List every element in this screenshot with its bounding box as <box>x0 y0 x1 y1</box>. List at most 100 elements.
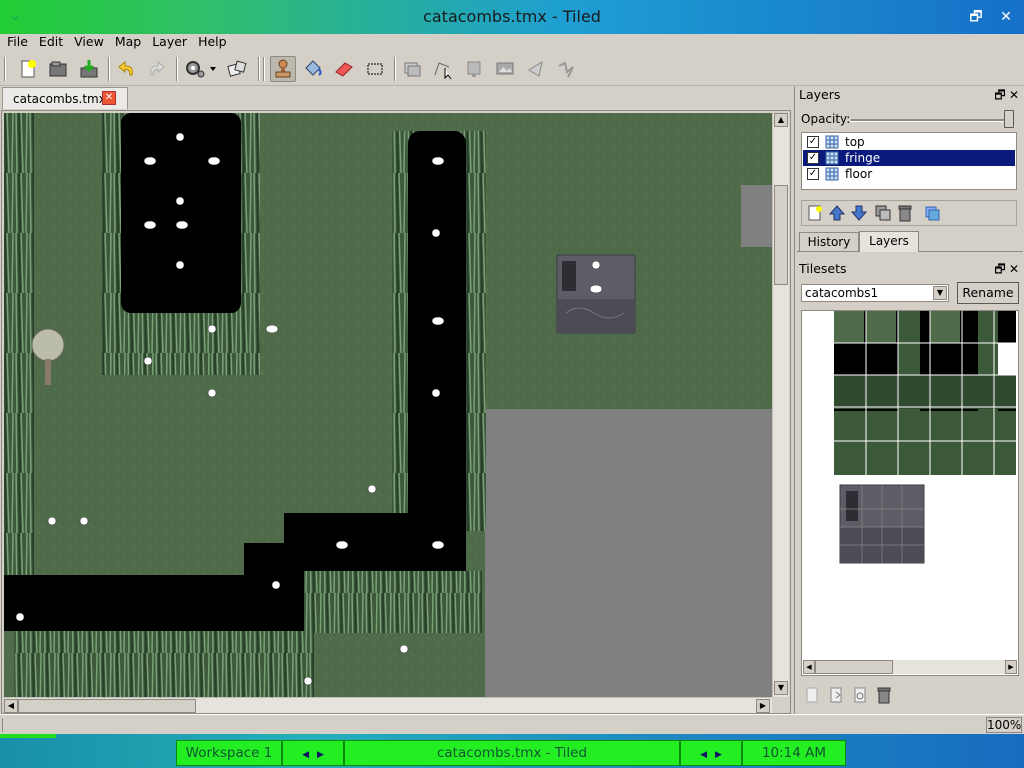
separator <box>394 57 396 81</box>
chevron-down-icon[interactable]: ▼ <box>933 286 947 300</box>
opacity-label: Opacity: <box>801 112 851 126</box>
close-icon[interactable]: ✕ <box>1007 260 1021 278</box>
float-icon[interactable]: 🗗 <box>993 86 1007 104</box>
bucket-fill-icon[interactable] <box>300 56 326 82</box>
separator <box>258 57 260 81</box>
tilesets-title-label: Tilesets <box>799 261 847 276</box>
scroll-left-icon[interactable]: ◀ <box>4 699 18 713</box>
layer-row-top[interactable]: ✓ top <box>803 134 1015 150</box>
close-icon[interactable]: ✕ <box>1007 86 1021 104</box>
zoom-level[interactable]: 100% <box>986 717 1022 733</box>
separator <box>176 57 178 81</box>
scroll-left-icon[interactable]: ◀ <box>803 660 815 674</box>
scroll-thumb[interactable] <box>815 660 893 674</box>
task-arrows[interactable]: ◀ ▶ <box>680 740 742 766</box>
scroll-thumb[interactable] <box>18 699 196 713</box>
insert-rectangle-icon[interactable] <box>461 56 487 82</box>
tilesets-panel-title: Tilesets 🗗 ✕ <box>797 260 1023 278</box>
clock-label: 10:14 AM <box>761 745 827 761</box>
opacity-slider-track[interactable] <box>851 119 1013 122</box>
object-select-icon[interactable] <box>400 56 426 82</box>
menu-view[interactable]: View <box>70 34 108 50</box>
layer-row-floor[interactable]: ✓ floor <box>803 166 1015 182</box>
opacity-slider-handle[interactable] <box>1004 110 1014 128</box>
scroll-thumb[interactable] <box>774 185 788 285</box>
window-titlebar[interactable]: ⌄ catacombs.tmx - Tiled 🗗 ✕ <box>0 0 1024 34</box>
tab-history[interactable]: History <box>799 232 859 252</box>
tab-close-icon[interactable]: ✕ <box>102 91 116 105</box>
window-title: catacombs.tmx - Tiled <box>423 7 601 26</box>
scroll-right-icon[interactable]: ▶ <box>1005 660 1017 674</box>
tile-layer-icon <box>825 167 839 181</box>
task-button[interactable]: catacombs.tmx - Tiled <box>344 740 680 766</box>
undo-icon[interactable] <box>114 56 140 82</box>
menu-file[interactable]: File <box>3 34 32 50</box>
tab-layers[interactable]: Layers <box>859 231 919 252</box>
tileset-image[interactable] <box>802 311 1018 659</box>
layer-row-fringe[interactable]: ✓ fringe <box>803 150 1015 166</box>
layer-properties-icon[interactable] <box>924 204 942 222</box>
float-icon[interactable]: 🗗 <box>993 260 1007 278</box>
raise-layer-icon[interactable] <box>828 204 846 222</box>
arrow-left-icon[interactable]: ◀ <box>302 743 309 767</box>
clock[interactable]: 10:14 AM <box>742 740 846 766</box>
eraser-icon[interactable] <box>331 56 357 82</box>
new-tileset-icon[interactable] <box>803 686 821 704</box>
open-file-icon[interactable] <box>45 56 71 82</box>
lower-layer-icon[interactable] <box>850 204 868 222</box>
tileset-toolbar <box>801 684 1017 708</box>
workspace-switcher[interactable]: Workspace 1 <box>176 740 282 766</box>
scroll-down-icon[interactable]: ▼ <box>774 681 788 695</box>
save-file-icon[interactable] <box>76 56 102 82</box>
stamp-brush-icon[interactable] <box>270 56 296 82</box>
insert-polyline-icon[interactable] <box>554 56 580 82</box>
arrow-right-icon[interactable]: ▶ <box>317 743 324 767</box>
toolbar-grip[interactable] <box>4 57 6 81</box>
menu-help[interactable]: Help <box>194 34 231 50</box>
map-canvas[interactable] <box>4 113 772 697</box>
layer-name: fringe <box>845 151 881 165</box>
layer-name: top <box>845 135 865 149</box>
arrow-left-icon[interactable]: ◀ <box>700 743 707 767</box>
new-file-icon[interactable] <box>15 56 41 82</box>
workspace-arrows[interactable]: ◀ ▶ <box>282 740 344 766</box>
map-view: ▲ ▼ ◀ ▶ <box>1 110 791 714</box>
tileset-horizontal-scrollbar[interactable]: ◀ ▶ <box>803 660 1017 674</box>
rename-button[interactable]: Rename <box>957 282 1019 304</box>
random-mode-icon[interactable] <box>224 56 250 82</box>
edit-polygon-icon[interactable] <box>430 56 456 82</box>
separator <box>108 57 110 81</box>
tileset-dropdown[interactable]: catacombs1 ▼ <box>801 284 949 302</box>
map-horizontal-scrollbar[interactable]: ◀ ▶ <box>4 697 772 713</box>
scroll-up-icon[interactable]: ▲ <box>774 113 788 127</box>
commands-icon[interactable] <box>182 56 208 82</box>
visibility-checkbox[interactable]: ✓ <box>807 152 819 164</box>
menu-layer[interactable]: Layer <box>148 34 191 50</box>
arrow-right-icon[interactable]: ▶ <box>715 743 722 767</box>
duplicate-layer-icon[interactable] <box>874 204 892 222</box>
tile-layer-icon <box>825 151 839 165</box>
scroll-right-icon[interactable]: ▶ <box>756 699 770 713</box>
delete-layer-icon[interactable] <box>896 204 914 222</box>
insert-image-icon[interactable] <box>492 56 518 82</box>
menu-map[interactable]: Map <box>111 34 145 50</box>
tileset-view[interactable]: ◀ ▶ <box>801 310 1019 676</box>
tileset-properties-icon[interactable] <box>851 686 869 704</box>
taskbar: Workspace 1 ◀ ▶ catacombs.tmx - Tiled ◀ ▶ … <box>0 734 1024 768</box>
rectangle-select-icon[interactable] <box>362 56 388 82</box>
menubar: File Edit View Map Layer Help <box>0 34 1024 52</box>
delete-tileset-icon[interactable] <box>875 686 893 704</box>
close-icon[interactable]: ✕ <box>996 7 1016 27</box>
menu-edit[interactable]: Edit <box>35 34 67 50</box>
redo-icon[interactable] <box>143 56 169 82</box>
import-tileset-icon[interactable] <box>827 686 845 704</box>
workspace-label: Workspace 1 <box>185 745 273 761</box>
restore-icon[interactable]: 🗗 <box>966 7 986 27</box>
insert-polygon-icon[interactable] <box>523 56 549 82</box>
document-tab[interactable]: catacombs.tmx ✕ <box>2 87 128 109</box>
map-vertical-scrollbar[interactable]: ▲ ▼ <box>772 113 789 697</box>
chevron-down-icon[interactable] <box>206 56 220 82</box>
visibility-checkbox[interactable]: ✓ <box>807 168 819 180</box>
add-layer-icon[interactable] <box>806 204 824 222</box>
visibility-checkbox[interactable]: ✓ <box>807 136 819 148</box>
